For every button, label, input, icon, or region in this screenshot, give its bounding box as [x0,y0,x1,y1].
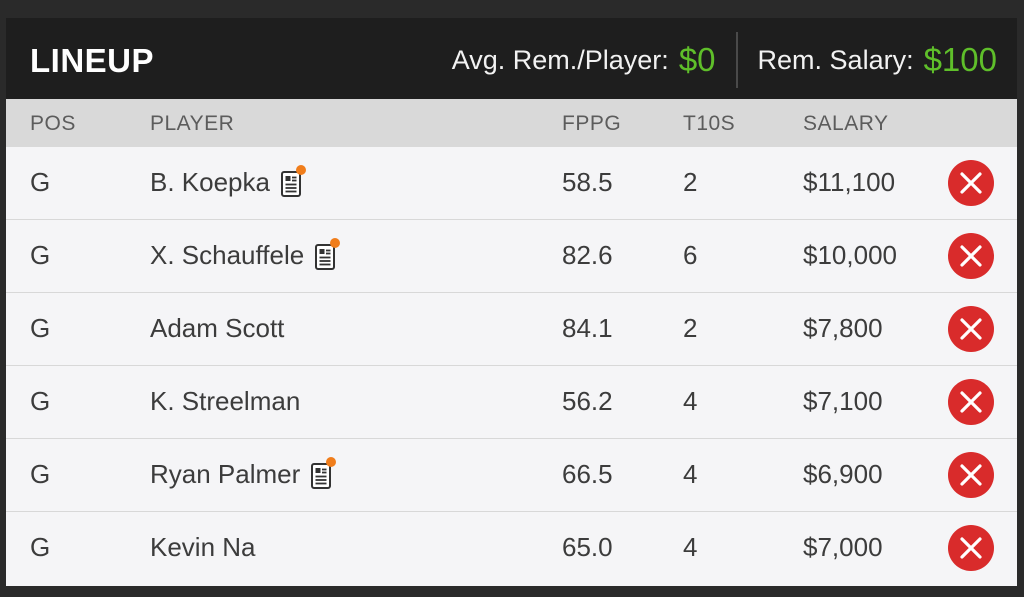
player-position: G [30,386,51,416]
remove-player-button[interactable] [948,525,994,571]
table-row: G Adam Scott 84.1 2 $7,800 [6,293,1017,366]
player-fppg: 82.6 [562,240,613,270]
table-row: G Ryan Palmer 66.5 4 $6,900 [6,439,1017,512]
player-position: G [30,167,51,197]
avg-remaining-value: $0 [678,41,716,78]
player-name[interactable]: Ryan Palmer [150,459,300,490]
player-t10s: 4 [683,386,698,416]
lineup-table-body: G B. Koepka 58.5 2 $11,100 G X. Schauffele 82.6… [6,147,1017,586]
player-t10s: 2 [683,313,698,343]
player-fppg: 65.0 [562,532,613,562]
lineup-header: LINEUP Avg. Rem./Player: $0 Rem. Salary:… [6,18,1017,99]
column-header-row: POS PLAYER FPPG T10S SALARY [6,99,1017,147]
player-salary: $7,100 [803,386,883,416]
player-cell: K. Streelman [150,386,300,417]
player-salary: $6,900 [803,459,883,489]
player-name[interactable]: B. Koepka [150,167,270,198]
player-salary: $7,800 [803,313,883,343]
player-position: G [30,313,51,343]
player-name[interactable]: K. Streelman [150,386,300,417]
player-cell: X. Schauffele [150,237,341,271]
player-name[interactable]: X. Schauffele [150,240,304,271]
remove-player-button[interactable] [948,452,994,498]
player-cell: Adam Scott [150,313,284,344]
table-row: G X. Schauffele 82.6 6 $10,000 [6,220,1017,293]
player-position: G [30,459,51,489]
player-t10s: 4 [683,459,698,489]
player-news-icon[interactable] [315,237,341,270]
column-header-fppg: FPPG [562,112,622,135]
column-header-t10s: T10S [683,112,736,135]
player-news-icon[interactable] [280,164,306,197]
player-cell: Ryan Palmer [150,456,337,490]
remove-player-button[interactable] [948,160,994,206]
player-salary: $11,100 [803,167,896,197]
player-t10s: 2 [683,167,698,197]
player-salary: $7,000 [803,532,883,562]
player-fppg: 58.5 [562,167,613,197]
column-header-salary: SALARY [803,112,889,135]
remove-player-button[interactable] [948,379,994,425]
player-position: G [30,532,51,562]
player-name[interactable]: Adam Scott [150,313,284,344]
table-row: G K. Streelman 56.2 4 $7,100 [6,366,1017,439]
player-name[interactable]: Kevin Na [150,532,256,563]
lineup-title: LINEUP [30,42,155,79]
avg-remaining-label: Avg. Rem./Player: [451,44,669,75]
player-t10s: 6 [683,240,698,270]
player-news-icon[interactable] [311,456,337,489]
player-cell: Kevin Na [150,532,256,563]
salary-stats: Avg. Rem./Player: $0 Rem. Salary: $100 [451,32,997,88]
player-salary: $10,000 [803,240,897,270]
column-header-player: PLAYER [150,112,235,135]
player-position: G [30,240,51,270]
player-fppg: 66.5 [562,459,613,489]
player-fppg: 84.1 [562,313,613,343]
player-fppg: 56.2 [562,386,613,416]
stats-divider [735,32,738,88]
news-alert-dot [326,456,337,467]
lineup-panel: LINEUP Avg. Rem./Player: $0 Rem. Salary:… [6,18,1017,586]
table-row: G B. Koepka 58.5 2 $11,100 [6,147,1017,220]
remove-player-button[interactable] [948,306,994,352]
remaining-salary-value: $100 [923,41,997,78]
column-header-pos: POS [30,112,76,135]
news-alert-dot [330,237,341,248]
remaining-salary-label: Rem. Salary: [757,44,914,75]
remove-player-button[interactable] [948,233,994,279]
table-row: G Kevin Na 65.0 4 $7,000 [6,512,1017,586]
news-alert-dot [295,164,306,175]
player-cell: B. Koepka [150,164,306,198]
player-t10s: 4 [683,532,698,562]
